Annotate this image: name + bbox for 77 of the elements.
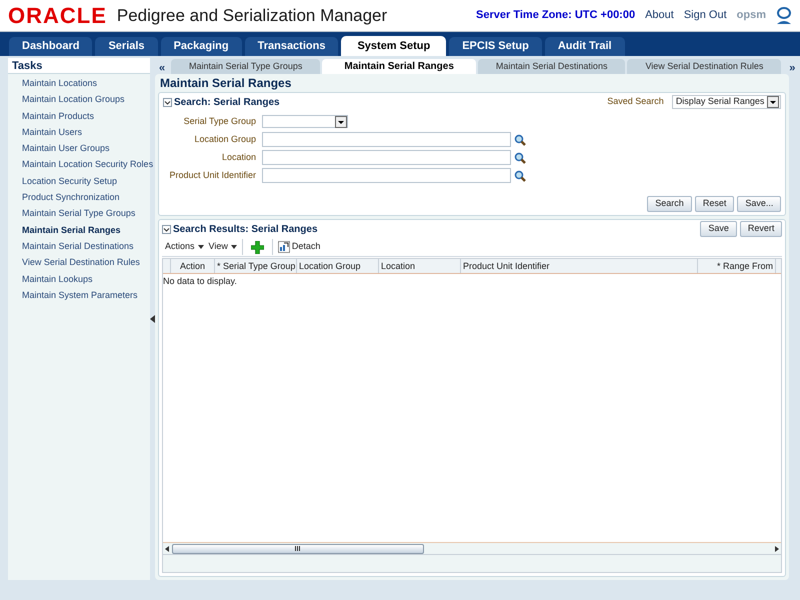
- saved-search-select[interactable]: Display Serial Ranges: [672, 95, 782, 109]
- task-link[interactable]: Maintain System Parameters: [22, 286, 150, 304]
- dropdown-icon[interactable]: [767, 96, 780, 108]
- task-link[interactable]: Product Synchronization: [22, 189, 150, 206]
- action-button[interactable]: Reset: [694, 196, 734, 212]
- dropdown-icon[interactable]: [335, 116, 347, 128]
- input-field[interactable]: [262, 168, 511, 183]
- task-link[interactable]: View Serial Destination Rules: [22, 254, 150, 271]
- field-label: Location: [220, 150, 257, 164]
- sub-tab[interactable]: Maintain Serial Ranges: [322, 59, 476, 74]
- nav-tab[interactable]: Dashboard: [9, 37, 92, 56]
- panel-title: Tasks: [8, 58, 150, 74]
- search-icon[interactable]: [514, 152, 526, 164]
- section-title: Search Results: Serial Ranges: [173, 222, 318, 236]
- caret-icon: [198, 245, 204, 249]
- column-header[interactable]: Location: [379, 259, 461, 273]
- search-icon[interactable]: [514, 134, 526, 146]
- add-icon[interactable]: [250, 240, 264, 254]
- task-link[interactable]: Maintain User Groups: [22, 140, 150, 156]
- section-title: Search: Serial Ranges: [174, 96, 280, 110]
- scroll-right-button[interactable]: »: [785, 63, 800, 74]
- oracle-logo: ORACLE: [8, 4, 107, 26]
- column-header[interactable]: * Range From: [698, 259, 776, 273]
- action-button[interactable]: Save: [700, 221, 737, 237]
- select-field[interactable]: [262, 115, 348, 128]
- scrollbar-thumb[interactable]: [172, 544, 424, 554]
- scroll-right-icon[interactable]: [775, 546, 780, 552]
- page-title: Maintain Serial Ranges: [159, 75, 292, 92]
- task-link[interactable]: Maintain Users: [22, 124, 150, 140]
- task-link[interactable]: Location Security Setup: [22, 172, 150, 190]
- column-header[interactable]: Location Group: [297, 259, 379, 273]
- user-icon[interactable]: [776, 6, 792, 26]
- collapse-icon[interactable]: [162, 224, 171, 234]
- caret-icon: [230, 245, 237, 249]
- column-header[interactable]: * Serial Type Group: [215, 259, 297, 273]
- nav-tab[interactable]: System Setup: [341, 36, 446, 56]
- horizontal-scrollbar[interactable]: [163, 542, 782, 554]
- action-button[interactable]: Save...: [737, 196, 782, 212]
- task-link[interactable]: Maintain Lookups: [22, 270, 150, 287]
- scroll-left-icon[interactable]: [165, 546, 169, 552]
- menu-button[interactable]: Actions: [165, 240, 204, 254]
- input-field[interactable]: [262, 150, 511, 165]
- nav-tab[interactable]: Serials: [95, 37, 158, 56]
- field-label: Serial Type Group: [182, 114, 257, 128]
- grip-icon: [295, 546, 301, 551]
- search-icon[interactable]: [514, 170, 526, 182]
- task-link[interactable]: Maintain Serial Destinations: [22, 238, 150, 254]
- menu-button[interactable]: View: [208, 240, 237, 254]
- sub-tab[interactable]: Maintain Serial Type Groups: [171, 59, 320, 74]
- collapse-icon[interactable]: [163, 98, 172, 106]
- detach-icon: [278, 241, 290, 253]
- column-header[interactable]: Action: [171, 259, 215, 273]
- app-title: Pedigree and Serialization Manager: [116, 7, 388, 24]
- task-link[interactable]: Maintain Serial Type Groups: [22, 205, 150, 222]
- header-link[interactable]: About: [645, 7, 674, 24]
- field-label: Product Unit Identifier: [168, 168, 257, 182]
- nav-tab[interactable]: Transactions: [244, 37, 338, 56]
- nav-tab[interactable]: EPCIS Setup: [449, 37, 542, 56]
- input-field[interactable]: [262, 132, 511, 147]
- task-link[interactable]: Maintain Locations: [22, 75, 150, 92]
- field-label: Saved Search: [607, 95, 664, 108]
- field-label: Location Group: [193, 132, 257, 146]
- action-button[interactable]: Revert: [740, 221, 782, 237]
- nav-tab[interactable]: Audit Trail: [544, 37, 625, 56]
- header-link[interactable]: Sign Out: [684, 7, 727, 24]
- task-link[interactable]: Maintain Serial Ranges: [22, 222, 150, 238]
- sub-tab[interactable]: View Serial Destination Rules: [627, 59, 782, 74]
- empty-message: No data to display.: [163, 275, 238, 288]
- scroll-left-button[interactable]: «: [155, 63, 169, 74]
- server-time-zone: Server Time Zone: UTC +00:00: [476, 8, 636, 24]
- action-button[interactable]: Search: [647, 196, 692, 212]
- task-link[interactable]: Maintain Products: [22, 108, 150, 124]
- nav-tab[interactable]: Packaging: [160, 37, 242, 56]
- task-link[interactable]: Maintain Location Groups: [22, 91, 150, 108]
- column-header[interactable]: Product Unit Identifier: [461, 259, 698, 273]
- detach-button[interactable]: Detach: [278, 240, 320, 254]
- sub-tab[interactable]: Maintain Serial Destinations: [478, 59, 626, 74]
